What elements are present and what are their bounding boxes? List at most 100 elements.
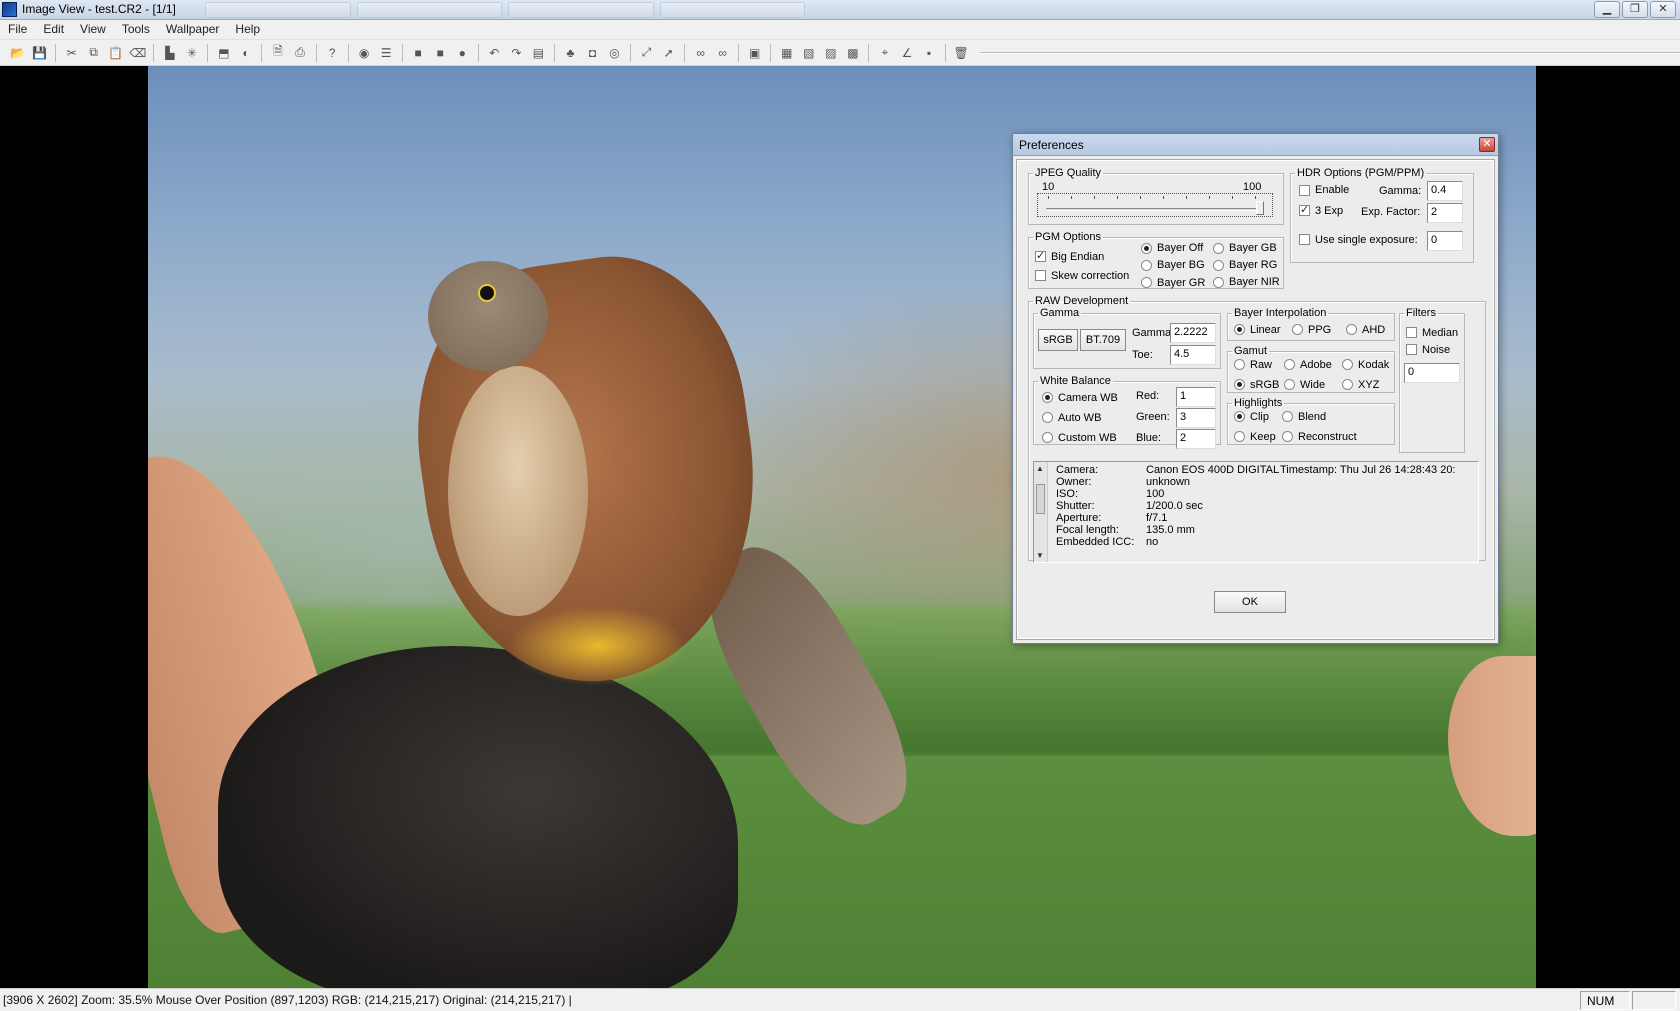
info-scroll-thumb[interactable] bbox=[1036, 484, 1045, 514]
gamut-xyz-radio[interactable] bbox=[1342, 379, 1353, 390]
binoculars-icon[interactable]: ∞ bbox=[691, 43, 710, 63]
tool-a-icon[interactable]: ▦ bbox=[777, 43, 796, 63]
hdr-gamma-field[interactable]: 0.4 bbox=[1427, 181, 1463, 201]
info-scrollbar[interactable]: ▲ ▼ bbox=[1034, 462, 1048, 562]
srgb-button[interactable]: sRGB bbox=[1038, 329, 1078, 351]
interp-ppg-radio[interactable] bbox=[1292, 324, 1303, 335]
save-icon[interactable]: 💾 bbox=[30, 43, 49, 63]
camera-wb-radio[interactable] bbox=[1042, 392, 1053, 403]
delete-icon[interactable]: ⌫ bbox=[128, 43, 147, 63]
hdr-exp-factor-field[interactable]: 2 bbox=[1427, 203, 1463, 223]
bayer-gb-radio[interactable] bbox=[1213, 243, 1224, 254]
contrast-icon[interactable]: ◐ bbox=[236, 43, 255, 63]
angle-icon[interactable]: ∠ bbox=[897, 43, 916, 63]
gamut-adobe-radio[interactable] bbox=[1284, 359, 1295, 370]
highlights-clip-radio[interactable] bbox=[1234, 411, 1245, 422]
highlights-reconstruct-radio[interactable] bbox=[1282, 431, 1293, 442]
menu-tools[interactable]: Tools bbox=[120, 20, 158, 39]
hdr-single-exposure-field[interactable]: 0 bbox=[1427, 231, 1463, 251]
highlights-keep-radio[interactable] bbox=[1234, 431, 1245, 442]
print-preview-icon[interactable]: 🗎 bbox=[268, 43, 287, 63]
properties-icon[interactable]: ☰ bbox=[377, 43, 396, 63]
square-small-icon[interactable]: ▪ bbox=[920, 43, 939, 63]
record-icon[interactable]: ● bbox=[453, 43, 472, 63]
binoculars-down-icon[interactable]: ∞ bbox=[713, 43, 732, 63]
info-value: 135.0 mm bbox=[1146, 524, 1195, 536]
tool-c-icon[interactable]: ▨ bbox=[821, 43, 840, 63]
cut-icon[interactable]: ✂ bbox=[62, 43, 81, 63]
rotate-left-icon[interactable]: ↶ bbox=[485, 43, 504, 63]
gamut-raw-radio[interactable] bbox=[1234, 359, 1245, 370]
jpeg-quality-slider[interactable] bbox=[1037, 193, 1273, 217]
gamut-wide-radio[interactable] bbox=[1284, 379, 1295, 390]
bayer-rg-radio[interactable] bbox=[1213, 260, 1224, 271]
stop-icon[interactable]: ■ bbox=[431, 43, 450, 63]
trash-icon[interactable]: 🗑 bbox=[952, 43, 971, 63]
menu-view[interactable]: View bbox=[78, 20, 114, 39]
disc-icon[interactable]: ◎ bbox=[605, 43, 624, 63]
menu-help[interactable]: Help bbox=[233, 20, 268, 39]
bayer-bg-radio[interactable] bbox=[1141, 260, 1152, 271]
interp-ahd-label: AHD bbox=[1362, 324, 1386, 336]
rotate-right-icon[interactable]: ↷ bbox=[507, 43, 526, 63]
bayer-off-radio[interactable] bbox=[1141, 243, 1152, 254]
info-label: Owner: bbox=[1056, 476, 1092, 488]
skew-correction-checkbox[interactable] bbox=[1035, 270, 1046, 281]
wb-red-field[interactable]: 1 bbox=[1176, 387, 1216, 407]
print-icon[interactable]: ⎙ bbox=[291, 43, 310, 63]
tool-d-icon[interactable]: ▩ bbox=[843, 43, 862, 63]
menu-wallpaper[interactable]: Wallpaper bbox=[164, 20, 228, 39]
raw-toe-field[interactable]: 4.5 bbox=[1170, 345, 1216, 365]
info-value: 100 bbox=[1146, 488, 1165, 500]
auto-wb-radio[interactable] bbox=[1042, 412, 1053, 423]
hdr-single-exposure-checkbox[interactable] bbox=[1299, 234, 1310, 245]
square-icon[interactable]: ■ bbox=[409, 43, 428, 63]
dialog-close-button[interactable]: ✕ bbox=[1479, 137, 1495, 152]
target-icon[interactable]: ⌖ bbox=[875, 43, 894, 63]
highlights-reconstruct-label: Reconstruct bbox=[1298, 431, 1357, 443]
interp-linear-radio[interactable] bbox=[1234, 324, 1245, 335]
histogram-icon[interactable]: ▙ bbox=[160, 43, 179, 63]
noise-field[interactable]: 0 bbox=[1404, 363, 1460, 383]
tree-icon[interactable]: ♣ bbox=[561, 43, 580, 63]
highlights-blend-radio[interactable] bbox=[1282, 411, 1293, 422]
zoom-fit-icon[interactable]: ⤢ bbox=[637, 43, 656, 63]
status-num: NUM bbox=[1580, 991, 1630, 1010]
open-folder-icon[interactable]: 📂 bbox=[8, 43, 27, 63]
hdr-3exp-checkbox[interactable] bbox=[1299, 203, 1310, 216]
menu-file[interactable]: File bbox=[6, 20, 35, 39]
big-endian-label: Big Endian bbox=[1051, 251, 1105, 263]
minimize-button[interactable]: ▁ bbox=[1594, 1, 1620, 18]
bayer-gr-radio[interactable] bbox=[1141, 277, 1152, 288]
help-icon[interactable]: ? bbox=[323, 43, 342, 63]
stamp-icon[interactable]: ▣ bbox=[745, 43, 764, 63]
wb-blue-field[interactable]: 2 bbox=[1176, 429, 1216, 449]
raw-gamma-field[interactable]: 2.2222 bbox=[1170, 323, 1216, 343]
crosshair-icon[interactable]: ✳ bbox=[182, 43, 201, 63]
paste-icon[interactable]: 📋 bbox=[106, 43, 125, 63]
jpeg-slider-thumb[interactable] bbox=[1256, 201, 1264, 215]
maximize-button[interactable]: ❐ bbox=[1622, 1, 1648, 18]
menu-edit[interactable]: Edit bbox=[41, 20, 72, 39]
copy-icon[interactable]: ⧉ bbox=[84, 43, 103, 63]
big-endian-checkbox[interactable] bbox=[1035, 249, 1046, 262]
custom-wb-radio[interactable] bbox=[1042, 432, 1053, 443]
page-icon[interactable]: ▤ bbox=[529, 43, 548, 63]
wb-green-field[interactable]: 3 bbox=[1176, 408, 1216, 428]
bt709-button[interactable]: BT.709 bbox=[1080, 329, 1126, 351]
resize-icon[interactable]: ⬒ bbox=[214, 43, 233, 63]
noise-checkbox[interactable] bbox=[1406, 344, 1417, 355]
pointer-icon[interactable]: ➚ bbox=[659, 43, 678, 63]
ok-button[interactable]: OK bbox=[1214, 591, 1286, 613]
car-icon[interactable]: ◘ bbox=[583, 43, 602, 63]
median-checkbox[interactable] bbox=[1406, 327, 1417, 338]
color-icon[interactable]: ◉ bbox=[355, 43, 374, 63]
bayer-nir-radio[interactable] bbox=[1213, 277, 1224, 288]
tool-b-icon[interactable]: ▧ bbox=[799, 43, 818, 63]
gamut-kodak-radio[interactable] bbox=[1342, 359, 1353, 370]
toolbar-separator bbox=[315, 43, 317, 62]
close-button[interactable]: ✕ bbox=[1650, 1, 1676, 18]
hdr-enable-checkbox[interactable] bbox=[1299, 185, 1310, 196]
interp-ahd-radio[interactable] bbox=[1346, 324, 1357, 335]
gamut-srgb-radio[interactable] bbox=[1234, 379, 1245, 390]
